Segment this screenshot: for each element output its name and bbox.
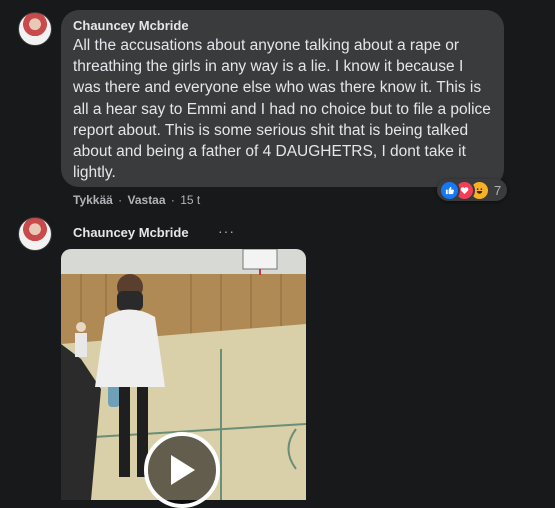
separator: · <box>170 193 175 207</box>
timestamp[interactable]: 15 t <box>180 193 200 207</box>
avatar[interactable] <box>18 12 52 46</box>
comment-bubble: Chauncey Mcbride All the accusations abo… <box>61 10 504 187</box>
play-button[interactable] <box>144 432 220 508</box>
like-icon <box>439 179 460 201</box>
reply-link[interactable]: Vastaa <box>128 193 166 207</box>
comment-text: All the accusations about anyone talking… <box>73 37 491 182</box>
avatar[interactable] <box>18 217 52 251</box>
reaction-summary[interactable]: 7 <box>437 179 508 201</box>
play-icon <box>171 455 195 485</box>
more-options-icon[interactable]: ··· <box>218 223 235 239</box>
reaction-count: 7 <box>494 182 502 198</box>
reply-author[interactable]: Chauncey Mcbride <box>73 225 189 240</box>
separator: · <box>118 193 123 207</box>
like-link[interactable]: Tykkää <box>73 193 113 207</box>
comment-actions: Tykkää · Vastaa · 15 t <box>73 193 200 207</box>
comment-author[interactable]: Chauncey Mcbride <box>73 18 492 34</box>
